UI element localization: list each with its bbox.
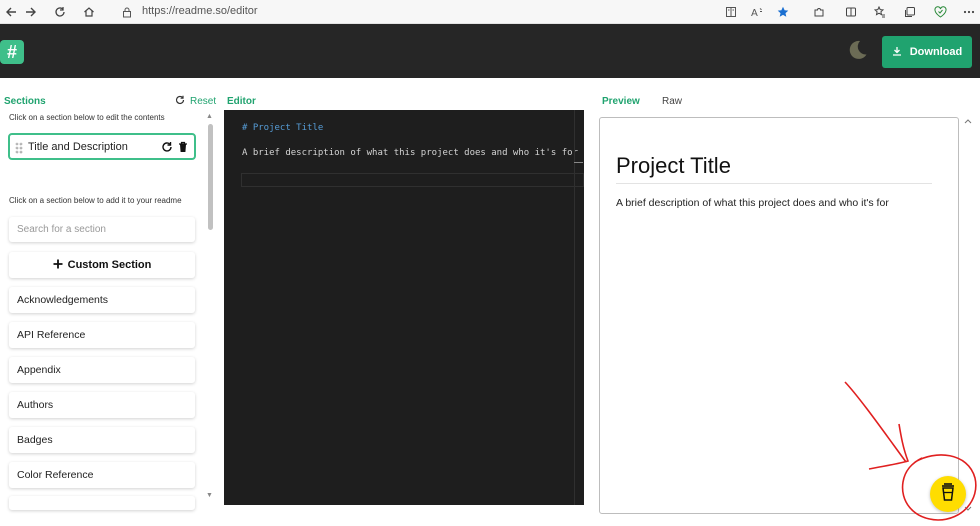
drag-handle-icon[interactable]	[15, 141, 23, 154]
moon-icon[interactable]	[846, 39, 868, 61]
readme-logo[interactable]: #	[0, 40, 24, 64]
reload-icon[interactable]	[51, 3, 69, 21]
selected-section-card[interactable]: Title and Description	[8, 133, 196, 160]
trash-icon[interactable]	[176, 140, 190, 154]
edit-hint: Click on a section below to edit the con…	[9, 113, 165, 122]
section-item-api-reference[interactable]: API Reference	[9, 322, 195, 348]
editor-line[interactable]: # Project Title	[242, 123, 323, 133]
home-icon[interactable]	[80, 3, 98, 21]
reset-section-icon[interactable]	[160, 140, 174, 154]
editor-heading: Editor	[227, 96, 256, 107]
section-item-label: API Reference	[17, 329, 86, 341]
section-item-label: Color Reference	[17, 469, 94, 481]
custom-section-button[interactable]: Custom Section	[9, 252, 195, 278]
favorite-star-icon[interactable]	[774, 3, 792, 21]
section-item-color-reference[interactable]: Color Reference	[9, 462, 195, 488]
editor-overview-ruler	[574, 110, 575, 505]
custom-section-label: Custom Section	[67, 259, 152, 271]
browser-toolbar: https://readme.so/editor A	[0, 0, 980, 24]
section-item-label: Badges	[17, 434, 53, 446]
tab-raw[interactable]: Raw	[662, 96, 682, 107]
section-item-badges[interactable]: Badges	[9, 427, 195, 453]
section-item-label: Authors	[17, 399, 54, 411]
app-header: # Download	[0, 24, 980, 78]
plus-icon	[53, 259, 63, 272]
selected-section-label: Title and Description	[28, 141, 128, 153]
favorites-icon[interactable]	[871, 3, 889, 21]
read-aloud-icon[interactable]: A	[748, 3, 766, 21]
collections-icon[interactable]	[901, 3, 919, 21]
reader-view-icon[interactable]	[722, 3, 740, 21]
markdown-editor[interactable]: # Project Title A brief description of w…	[224, 110, 584, 505]
preview-pane: Project Title A brief description of wha…	[599, 117, 959, 514]
download-label: Download	[909, 46, 963, 58]
editor-ruler-mark	[574, 162, 583, 163]
scroll-up-arrow-icon[interactable]: ▲	[206, 113, 213, 120]
extensions-icon[interactable]	[810, 3, 828, 21]
url-text: https://readme.so/editor	[142, 5, 258, 17]
add-hint: Click on a section below to add it to yo…	[9, 196, 182, 205]
svg-text:A: A	[751, 8, 758, 18]
search-placeholder: Search for a section	[17, 224, 106, 235]
sections-heading: Sections	[4, 96, 46, 107]
section-item-appendix[interactable]: Appendix	[9, 357, 195, 383]
more-options-icon[interactable]	[960, 3, 978, 21]
preview-description: A brief description of what this project…	[616, 197, 889, 209]
preview-scrollbar[interactable]	[963, 117, 973, 514]
split-screen-icon[interactable]	[842, 3, 860, 21]
tab-preview[interactable]: Preview	[602, 96, 640, 107]
logo-glyph: #	[6, 41, 17, 62]
preview-title: Project Title	[616, 153, 731, 178]
section-item-label: Acknowledgements	[17, 294, 109, 306]
browser-essentials-icon[interactable]	[931, 3, 949, 21]
forward-icon[interactable]	[22, 3, 40, 21]
sections-scrollbar[interactable]	[208, 124, 213, 230]
preview-divider	[616, 183, 932, 184]
section-item-acknowledgements[interactable]: Acknowledgements	[9, 287, 195, 313]
section-item-authors[interactable]: Authors	[9, 392, 195, 418]
address-bar[interactable]: https://readme.so/editor	[110, 2, 810, 22]
refresh-icon	[175, 95, 185, 108]
coffee-cup-icon	[940, 482, 956, 507]
lock-icon	[118, 3, 136, 21]
reset-label: Reset	[190, 96, 217, 107]
section-search-input[interactable]: Search for a section	[9, 217, 195, 242]
download-icon	[892, 46, 902, 59]
download-button[interactable]: Download	[882, 36, 972, 68]
coffee-cup-button[interactable]	[930, 476, 966, 512]
back-icon[interactable]	[2, 3, 20, 21]
editor-line[interactable]: A brief description of what this project…	[242, 148, 578, 158]
editor-cursor-line[interactable]	[241, 173, 584, 187]
section-item-label: Appendix	[17, 364, 61, 376]
scroll-down-arrow-icon[interactable]: ▼	[206, 492, 213, 499]
reset-button[interactable]: Reset	[175, 95, 216, 108]
section-item-partial[interactable]	[9, 496, 195, 510]
